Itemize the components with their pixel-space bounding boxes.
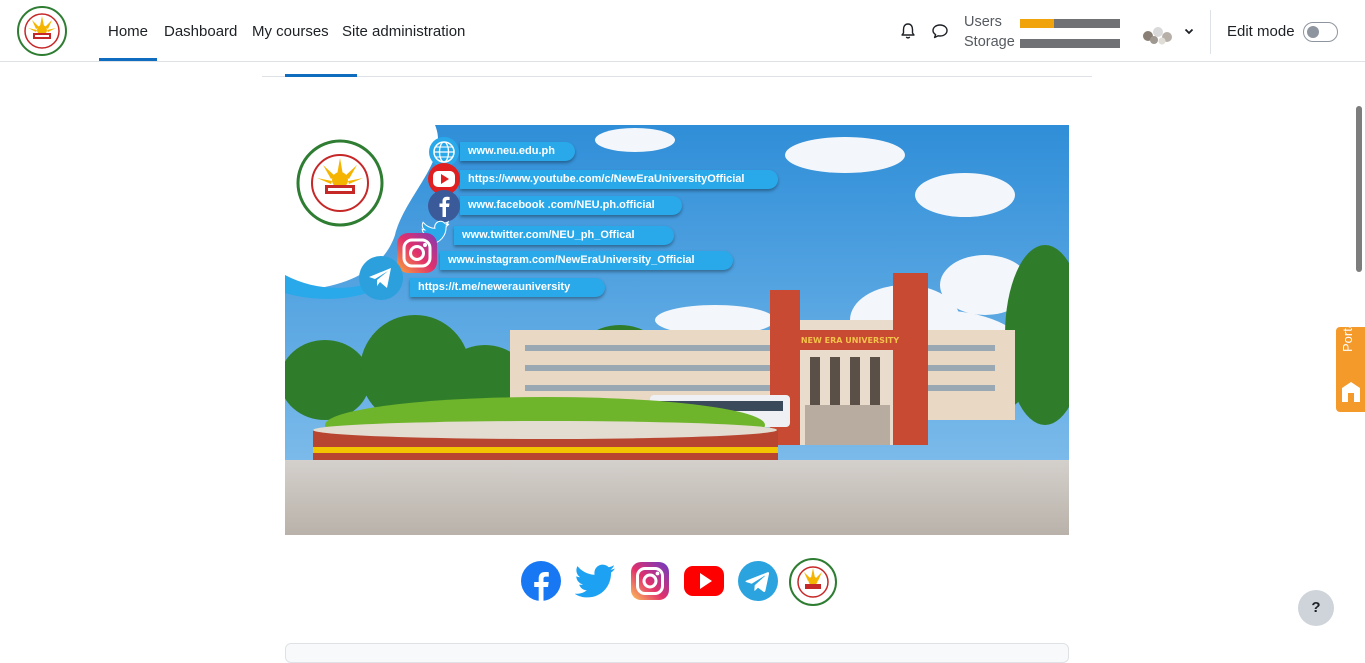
banner-link-facebook[interactable]: www.facebook .com/NEU.ph.official	[460, 196, 682, 215]
nav-site-administration[interactable]: Site administration	[342, 0, 465, 61]
nav-home[interactable]: Home	[98, 0, 158, 61]
page-scrollbar[interactable]	[1356, 106, 1362, 272]
secondary-nav-active-tab[interactable]	[285, 74, 357, 77]
storage-quota-bar	[1020, 39, 1120, 48]
instagram-icon[interactable]	[629, 560, 671, 602]
twitter-icon[interactable]	[575, 560, 617, 602]
chevron-down-icon[interactable]	[1183, 25, 1195, 37]
secondary-nav-line	[262, 76, 1092, 77]
university-banner: NEW ERA UNIVERSITY www.neu.edu.ph https:…	[285, 125, 1069, 535]
portal-icon[interactable]	[1338, 378, 1364, 408]
toggle-knob	[1307, 25, 1319, 38]
banner-link-instagram[interactable]: www.instagram.com/NewEraUniversity_Offic…	[440, 251, 733, 270]
youtube-icon[interactable]	[683, 560, 725, 602]
nav-dashboard[interactable]: Dashboard	[164, 0, 237, 61]
building-sign-text: NEW ERA UNIVERSITY	[801, 336, 900, 345]
bell-icon[interactable]	[899, 22, 917, 40]
university-logo-icon[interactable]	[16, 6, 68, 56]
users-quota-bar	[1020, 19, 1120, 28]
nav-my-courses[interactable]: My courses	[252, 0, 329, 61]
content-card	[285, 643, 1069, 663]
navbar-divider	[1210, 10, 1211, 54]
storage-quota-label: Storage	[964, 34, 1015, 50]
help-button[interactable]: ?	[1298, 590, 1334, 626]
users-quota-fill	[1020, 19, 1054, 28]
neu-seal-icon[interactable]	[789, 558, 837, 606]
banner-link-telegram[interactable]: https://t.me/newerauniversity	[410, 278, 605, 297]
telegram-icon[interactable]	[737, 560, 779, 602]
chat-icon[interactable]	[931, 22, 949, 40]
banner-link-twitter[interactable]: www.twitter.com/NEU_ph_Offical	[454, 226, 674, 245]
user-avatar[interactable]	[1140, 24, 1176, 46]
banner-link-youtube[interactable]: https://www.youtube.com/c/NewEraUniversi…	[460, 170, 778, 189]
facebook-icon[interactable]	[520, 560, 562, 602]
banner-seal-icon	[296, 139, 384, 227]
telegram-icon	[359, 256, 403, 300]
edit-mode-toggle[interactable]	[1303, 22, 1338, 42]
top-navbar: Home Dashboard My courses Site administr…	[0, 0, 1365, 62]
users-quota-label: Users	[964, 14, 1002, 30]
portal-label[interactable]: Portal	[1340, 318, 1355, 352]
edit-mode-label: Edit mode	[1227, 23, 1295, 40]
banner-link-website[interactable]: www.neu.edu.ph	[460, 142, 575, 161]
